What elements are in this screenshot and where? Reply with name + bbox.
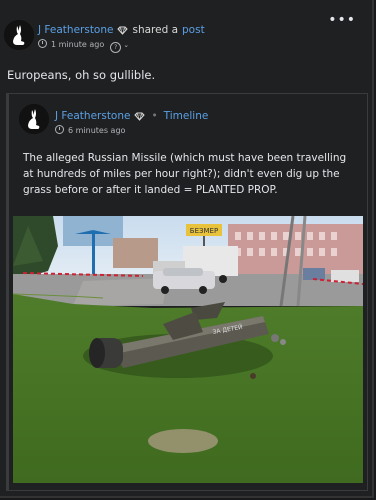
rabbit-avatar-icon xyxy=(4,20,34,50)
separator: • xyxy=(151,110,158,122)
shared-post-header: J Featherstone • Timeline xyxy=(55,110,208,124)
timeline-link[interactable]: Timeline xyxy=(164,110,209,122)
post-header: J Featherstone shared a post xyxy=(38,24,205,38)
shared-post[interactable]: J Featherstone • Timeline 6 minutes ago Th… xyxy=(6,93,368,491)
shared-post-time[interactable]: 6 minutes ago xyxy=(68,126,125,135)
post-body: Europeans, oh so gullible. xyxy=(7,68,156,82)
post-link[interactable]: post xyxy=(182,24,205,36)
post-photo[interactable]: БЕЗМЕР ЗА ДЕТЕЙ xyxy=(13,216,363,483)
shared-label: shared a xyxy=(132,24,179,36)
verified-diamond-icon xyxy=(134,112,146,124)
shared-author-avatar[interactable] xyxy=(19,104,49,134)
clock-icon xyxy=(55,125,64,134)
shared-post-meta: 6 minutes ago xyxy=(55,125,125,135)
shared-post-text: The alleged Russian Missile (which must … xyxy=(23,152,347,196)
post-time[interactable]: 1 minute ago xyxy=(51,40,104,49)
rabbit-avatar-icon xyxy=(19,104,49,134)
clock-icon xyxy=(38,39,47,48)
more-options-icon[interactable]: ••• xyxy=(328,12,356,28)
chevron-down-icon[interactable]: ⌄ xyxy=(123,41,129,49)
post-meta: 1 minute ago? ⌄ xyxy=(38,39,129,53)
verified-diamond-icon xyxy=(117,26,129,38)
shared-author-name[interactable]: J Featherstone xyxy=(55,110,130,122)
billboard-text: БЕЗМЕР xyxy=(190,227,218,235)
globe-icon[interactable]: ? xyxy=(110,42,122,53)
post-card: J Featherstone shared a post 1 minute ago?… xyxy=(0,0,374,498)
author-name[interactable]: J Featherstone xyxy=(38,24,113,36)
author-avatar[interactable] xyxy=(4,20,34,50)
